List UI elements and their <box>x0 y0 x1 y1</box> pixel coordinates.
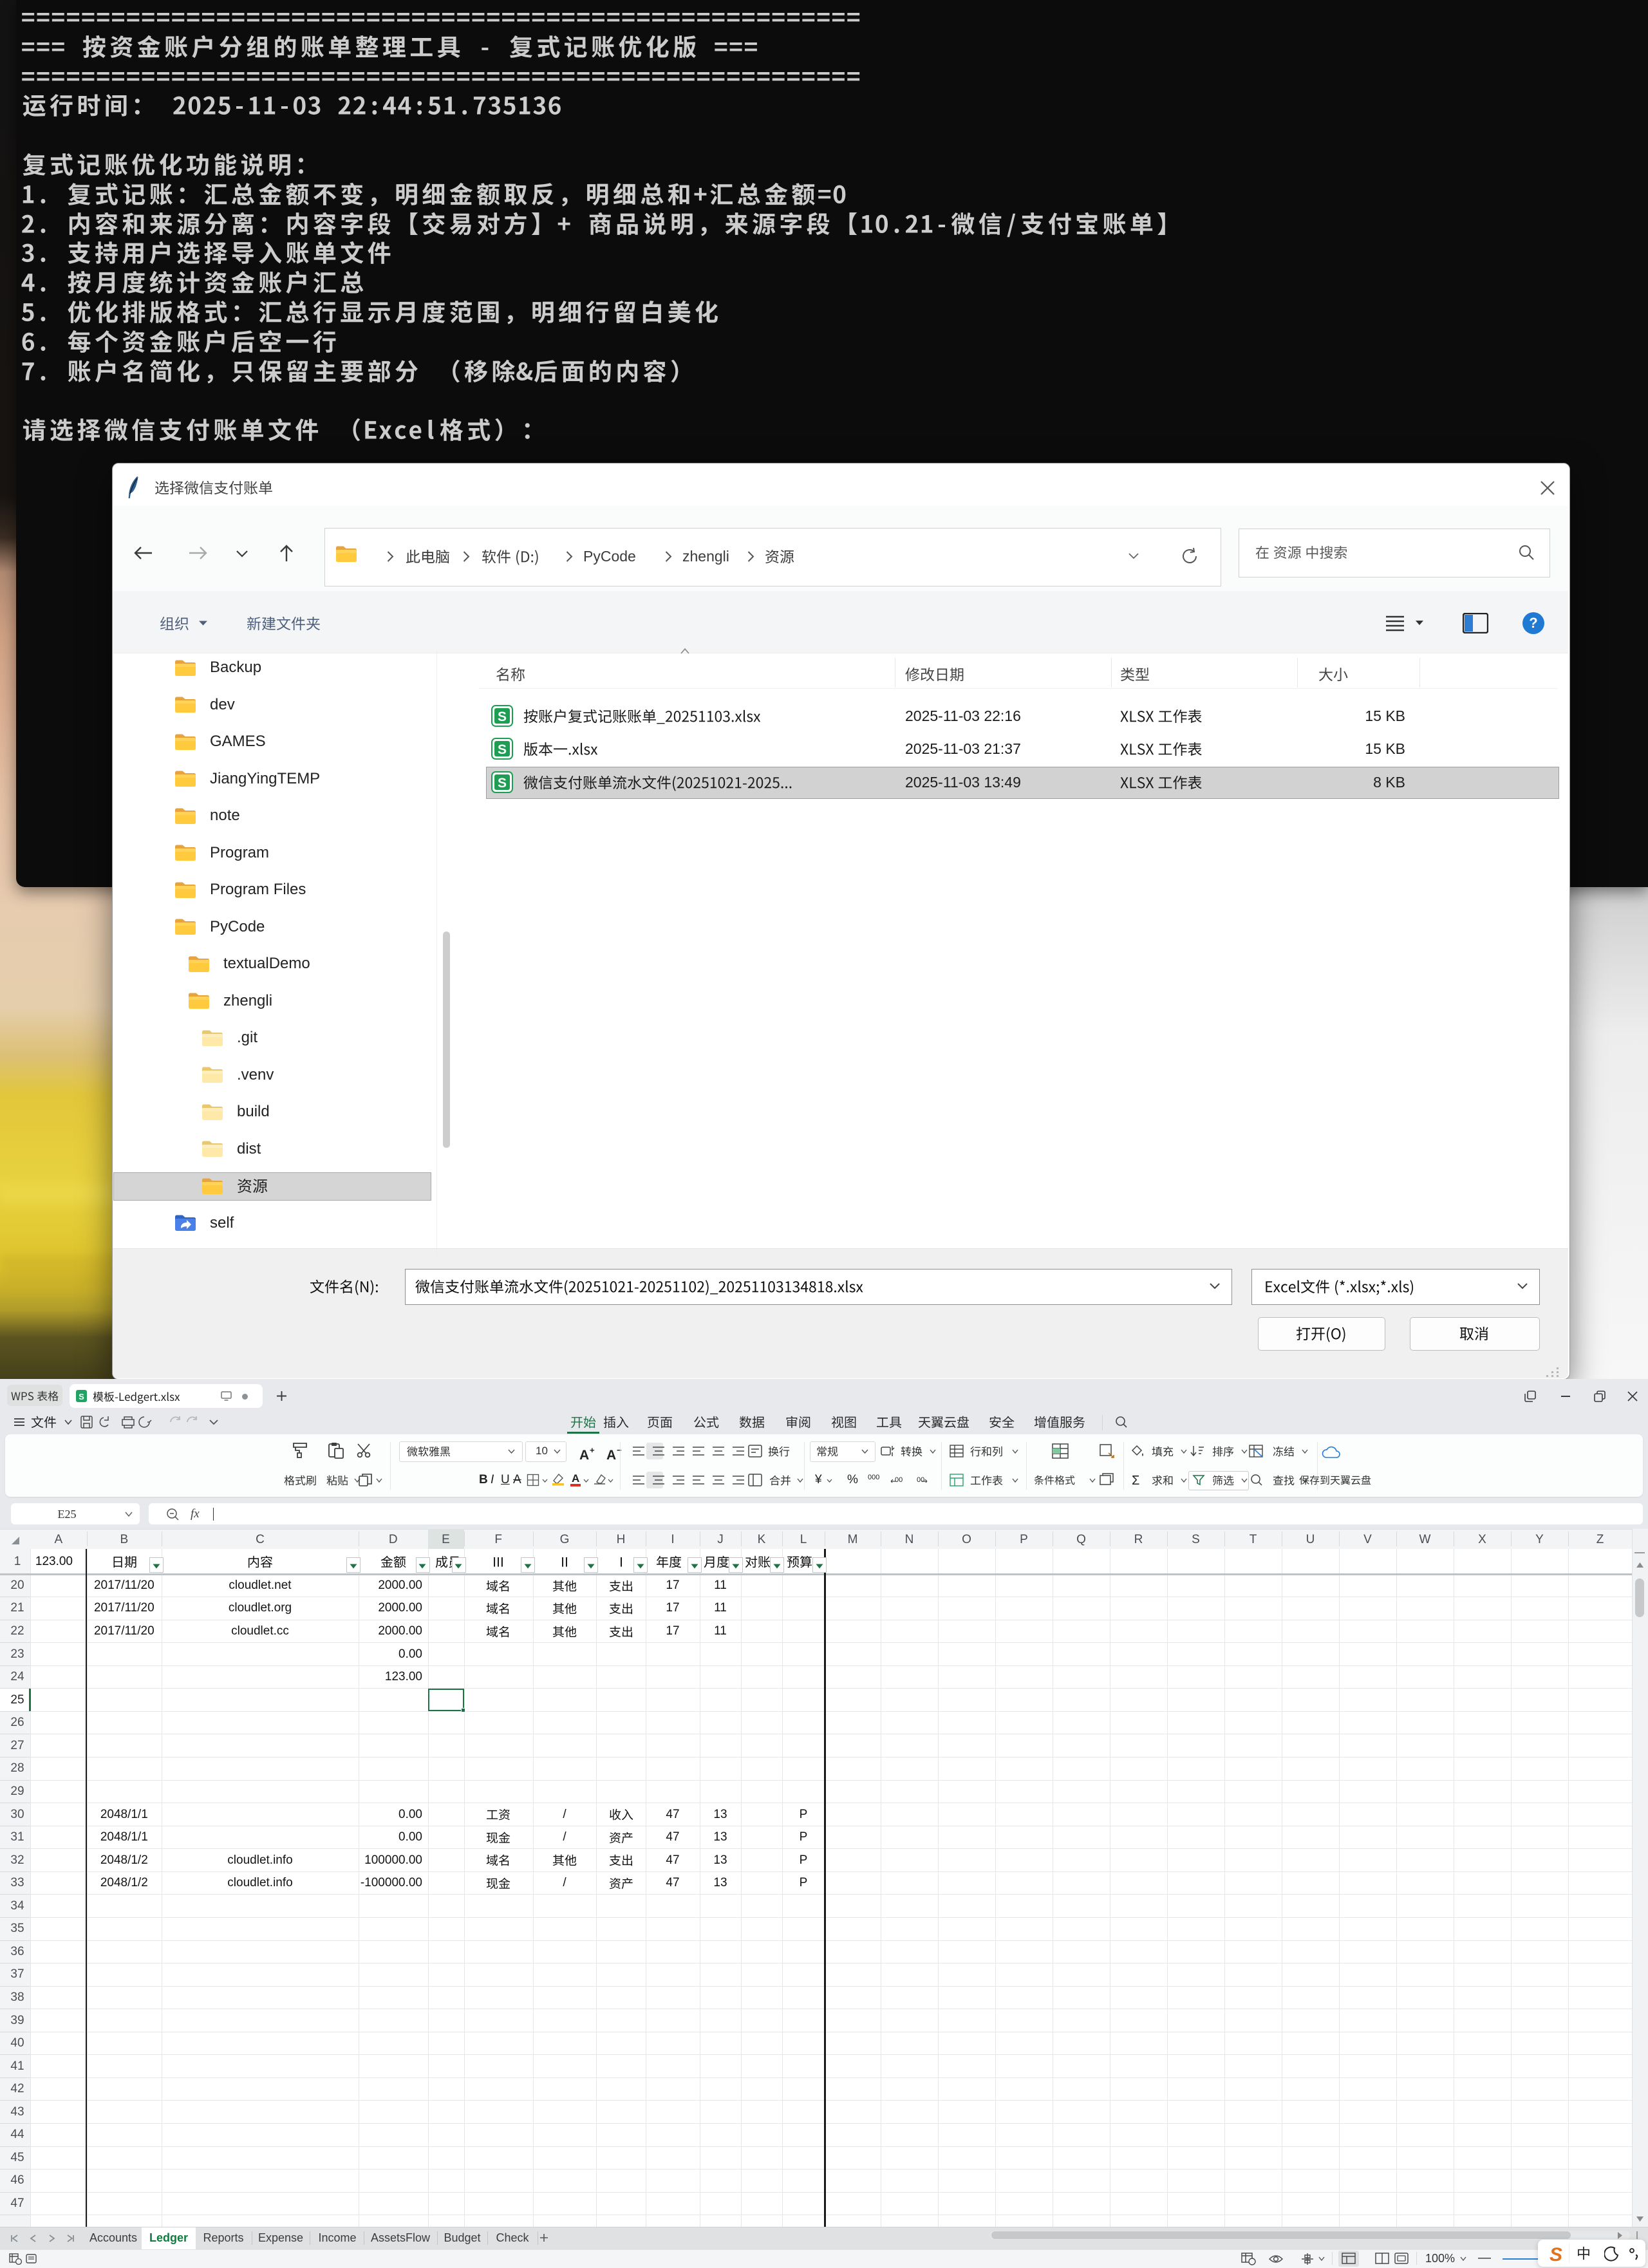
svg-text:S: S <box>498 742 507 757</box>
svg-text:?: ? <box>1529 615 1537 631</box>
svg-text:S: S <box>498 776 507 791</box>
svg-text:S: S <box>498 709 507 724</box>
